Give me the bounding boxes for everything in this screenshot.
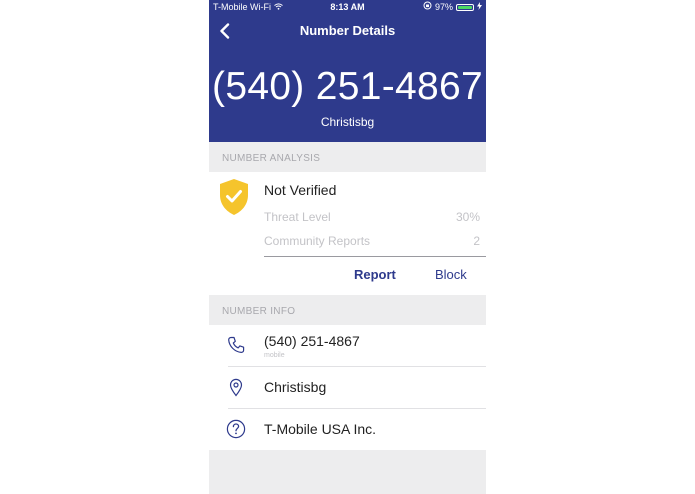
verification-status: Not Verified [264,182,337,198]
report-button[interactable]: Report [354,267,396,282]
section-header-info: NUMBER INFO [209,295,486,325]
page-title: Number Details [299,23,396,38]
hero-phone-number: (540) 251-4867 [212,65,483,108]
phone-icon [226,335,246,355]
info-phone-number: (540) 251-4867 [264,333,360,349]
info-phone-type: mobile [264,352,285,359]
number-info-list: (540) 251-4867 mobile Christisbg T-Mobil… [209,325,486,450]
community-reports-label: Community Reports [264,234,371,248]
community-reports-value: 2 [473,234,480,248]
threat-level-row: Threat Level 30% [264,210,480,224]
shield-check-icon [218,178,250,221]
threat-level-value: 30% [455,210,480,224]
analysis-card: Not Verified Threat Level 30% Community … [209,172,486,295]
location-pin-icon [226,377,246,397]
status-bar: T-Mobile Wi-Fi 8:13 AM 97% [209,0,486,14]
nav-bar: Number Details [209,14,486,48]
info-row-phone[interactable]: (540) 251-4867 mobile [209,325,486,366]
orientation-lock-icon [423,0,432,14]
info-row-location[interactable]: Christisbg [209,367,486,408]
divider [264,256,486,257]
info-row-carrier[interactable]: T-Mobile USA Inc. [209,409,486,450]
phone-screen: T-Mobile Wi-Fi 8:13 AM 97% Number Detail… [209,0,486,494]
header-block: T-Mobile Wi-Fi 8:13 AM 97% Number Detail… [209,0,486,142]
battery-percent: 97% [434,2,453,12]
info-carrier-text: T-Mobile USA Inc. [264,421,377,437]
hero-caller-name: Christisbg [320,115,375,129]
status-right: 97% [423,0,482,14]
battery-icon [456,3,474,11]
charging-bolt-icon [477,0,482,14]
question-icon [226,419,246,439]
threat-level-label: Threat Level [264,210,331,224]
section-header-analysis: NUMBER ANALYSIS [209,142,486,172]
block-button[interactable]: Block [435,267,467,282]
info-location-text: Christisbg [264,379,327,395]
community-reports-row: Community Reports 2 [264,234,480,248]
